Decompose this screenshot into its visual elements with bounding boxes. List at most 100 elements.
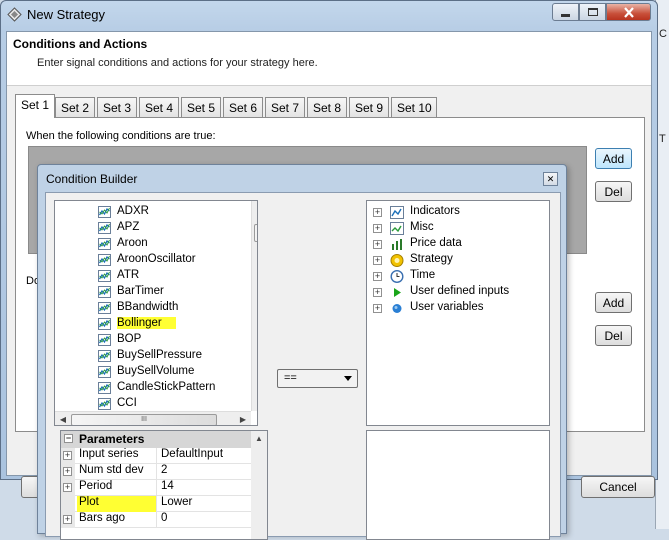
tab-set-10[interactable]: Set 10 xyxy=(391,97,437,117)
indicator-label: Aroon xyxy=(117,237,148,249)
parameter-row[interactable]: + Period 14 xyxy=(61,480,251,496)
indicator-list[interactable]: ADXR APZ Aroon AroonOscillator ATR BarTimer BB… xyxy=(54,200,258,426)
indicator-chart-icon xyxy=(98,222,111,234)
close-window-button[interactable] xyxy=(606,3,651,21)
indicator-chart-icon xyxy=(98,334,111,346)
indicator-item[interactable]: BBandwidth xyxy=(117,301,178,317)
expand-icon[interactable]: + xyxy=(63,483,72,492)
indicator-label: BBandwidth xyxy=(117,301,179,313)
scroll-up-icon[interactable]: ▲ xyxy=(251,431,267,447)
value-tree[interactable]: + Indicators + Misc + Price data + Strategy + Tim… xyxy=(366,200,550,426)
indicator-item[interactable]: Bollinger xyxy=(117,317,176,333)
parameter-row[interactable]: Plot Lower xyxy=(61,496,251,512)
scroll-thumb[interactable] xyxy=(254,224,257,242)
indicator-label: AroonOscillator xyxy=(117,253,196,265)
cancel-button[interactable]: Cancel xyxy=(581,476,655,498)
operator-value: == xyxy=(284,372,297,384)
tab-set-7[interactable]: Set 7 xyxy=(265,97,305,117)
indicator-label: BuySellPressure xyxy=(117,349,203,361)
tree-node[interactable]: + User defined inputs xyxy=(373,285,543,301)
parameter-name: Bars ago xyxy=(77,512,157,528)
chevron-down-icon xyxy=(344,376,352,381)
tab-set-3[interactable]: Set 3 xyxy=(97,97,137,117)
parameter-value[interactable]: DefaultInput xyxy=(159,448,223,460)
indicator-item[interactable]: CandleStickPattern xyxy=(117,381,215,397)
parameter-value[interactable]: 14 xyxy=(159,480,174,492)
indicator-item[interactable]: Aroon xyxy=(117,237,148,253)
indicator-item[interactable]: BuySellPressure xyxy=(117,349,202,365)
expand-icon[interactable]: + xyxy=(373,288,382,297)
expand-icon[interactable]: + xyxy=(373,272,382,281)
expand-icon[interactable]: + xyxy=(373,208,382,217)
expand-icon[interactable]: + xyxy=(373,224,382,233)
delete-condition-button[interactable]: Del xyxy=(595,181,632,202)
vertical-scrollbar[interactable]: ▲ xyxy=(251,201,257,411)
indicator-chart-icon xyxy=(98,286,111,298)
dialog-close-button[interactable]: ✕ xyxy=(543,172,558,186)
parameters-category[interactable]: − Parameters xyxy=(61,431,251,448)
indicator-item[interactable]: ADXR xyxy=(117,205,149,221)
scroll-thumb-horizontal[interactable]: III xyxy=(71,414,217,425)
indicator-item[interactable]: ATR xyxy=(117,269,139,285)
indicator-item[interactable]: BOP xyxy=(117,333,141,349)
parameter-row[interactable]: + Num std dev 2 xyxy=(61,464,251,480)
strategy-icon xyxy=(390,254,404,267)
maximize-button[interactable] xyxy=(579,3,606,21)
tab-set-5[interactable]: Set 5 xyxy=(181,97,221,117)
parameter-row[interactable]: + Bars ago 0 xyxy=(61,512,251,528)
tab-set-1[interactable]: Set 1 xyxy=(15,94,55,118)
parameter-value[interactable]: 0 xyxy=(159,512,167,524)
tree-node[interactable]: + Price data xyxy=(373,237,543,253)
scroll-left-icon[interactable]: ◀ xyxy=(55,412,71,425)
tree-node-label: Misc xyxy=(410,221,434,233)
expand-icon[interactable]: + xyxy=(373,240,382,249)
tab-set-2[interactable]: Set 2 xyxy=(55,97,95,117)
tree-node[interactable]: + Indicators xyxy=(373,205,543,221)
indicator-label: BuySellVolume xyxy=(117,365,195,377)
misc-chart-icon xyxy=(390,222,404,235)
indicator-item[interactable]: APZ xyxy=(117,221,139,237)
row-gutter xyxy=(61,496,75,512)
tree-node[interactable]: + Time xyxy=(373,269,543,285)
tab-set-8[interactable]: Set 8 xyxy=(307,97,347,117)
parameter-row[interactable]: + Input series DefaultInput xyxy=(61,448,251,464)
add-action-button[interactable]: Add xyxy=(595,292,632,313)
value-properties xyxy=(366,430,550,540)
parameter-value[interactable]: Lower xyxy=(159,496,192,508)
indicator-item[interactable]: BarTimer xyxy=(117,285,164,301)
parameter-name: Period xyxy=(77,480,157,496)
tab-set-6[interactable]: Set 6 xyxy=(223,97,263,117)
delete-action-button[interactable]: Del xyxy=(595,325,632,346)
window-title: New Strategy xyxy=(27,7,106,22)
tree-node-label: Strategy xyxy=(410,253,453,265)
indicator-chart-icon xyxy=(98,366,111,378)
scroll-right-icon[interactable]: ▶ xyxy=(235,412,251,425)
parameters-scrollbar[interactable]: ▲ xyxy=(251,431,267,539)
tab-set-9[interactable]: Set 9 xyxy=(349,97,389,117)
tab-set-4[interactable]: Set 4 xyxy=(139,97,179,117)
expand-icon[interactable]: + xyxy=(63,467,72,476)
expand-icon[interactable]: + xyxy=(63,515,72,524)
scroll-up-icon[interactable]: ▲ xyxy=(252,201,257,217)
add-condition-button[interactable]: Add xyxy=(595,148,632,169)
indicator-item[interactable]: AroonOscillator xyxy=(117,253,196,269)
indicator-chart-icon xyxy=(98,398,111,410)
expand-icon[interactable]: + xyxy=(63,451,72,460)
minimize-button[interactable] xyxy=(552,3,579,21)
expand-icon[interactable]: + xyxy=(373,256,382,265)
indicator-item[interactable]: BuySellVolume xyxy=(117,365,194,381)
parameter-value[interactable]: 2 xyxy=(159,464,167,476)
expand-icon[interactable]: + xyxy=(373,304,382,313)
indicator-label: ADXR xyxy=(117,205,149,217)
condition-builder-dialog: Condition Builder ✕ ADXR APZ Aroon AroonOsc… xyxy=(37,164,567,540)
clock-icon xyxy=(390,270,404,283)
horizontal-scrollbar[interactable]: ◀ III ▶ xyxy=(55,411,251,425)
tree-node[interactable]: + Misc xyxy=(373,221,543,237)
tree-node-label: Time xyxy=(410,269,436,281)
operator-select[interactable]: == xyxy=(277,369,358,388)
app-diamond-icon xyxy=(7,7,22,22)
parameter-name: Plot xyxy=(77,496,157,512)
tree-node[interactable]: + User variables xyxy=(373,301,543,317)
collapse-icon[interactable]: − xyxy=(64,434,73,443)
tree-node[interactable]: + Strategy xyxy=(373,253,543,269)
